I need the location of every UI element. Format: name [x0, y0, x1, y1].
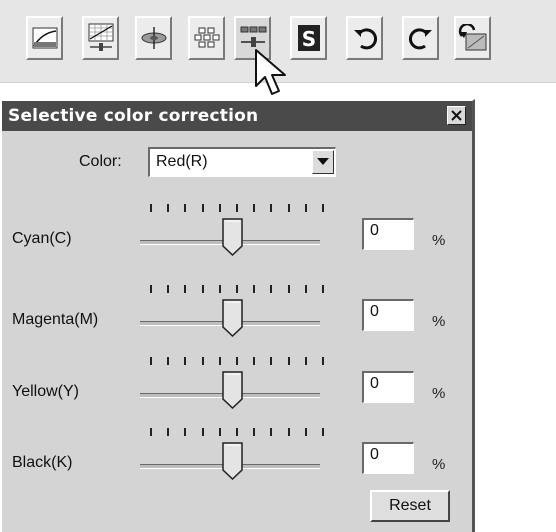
mouse-pointer-icon	[255, 49, 286, 95]
tick-mark	[184, 357, 187, 365]
dialog-title: Selective color correction	[8, 106, 259, 126]
tick-mark	[201, 285, 204, 293]
tick-mark	[150, 285, 152, 293]
histogram-button[interactable]	[82, 16, 119, 60]
tick-mark	[322, 357, 324, 365]
tick-mark	[287, 428, 290, 436]
tick-mark	[270, 204, 273, 212]
percent-unit: %	[432, 313, 446, 330]
tick-mark	[253, 285, 256, 293]
redo-icon	[408, 28, 432, 50]
tick-mark	[236, 357, 238, 365]
tick-mark	[150, 428, 152, 436]
tick-mark	[287, 285, 290, 293]
tick-mark	[253, 204, 256, 212]
redo-button[interactable]	[402, 16, 439, 60]
tick-mark	[167, 357, 170, 365]
tick-mark	[236, 285, 238, 293]
color-select-value: Red(R)	[156, 153, 208, 170]
undo-icon	[353, 28, 377, 50]
reset-image-icon	[458, 24, 486, 51]
slider-ticks	[150, 204, 325, 216]
variation-button[interactable]	[188, 16, 225, 60]
tick-mark	[150, 204, 152, 212]
tick-mark	[236, 428, 238, 436]
slider-value-field[interactable]: 0	[362, 371, 414, 403]
histogram-icon	[88, 23, 113, 51]
close-icon	[451, 110, 462, 121]
tick-mark	[270, 285, 273, 293]
reset-button[interactable]: Reset	[370, 490, 450, 522]
tick-mark	[201, 357, 204, 365]
tick-mark	[201, 204, 204, 212]
tick-mark	[322, 428, 324, 436]
toolbar: S	[0, 0, 556, 95]
percent-unit: %	[432, 456, 446, 473]
slider-row: Black(K) 0%	[2, 428, 472, 488]
slider-label: Magenta(M)	[12, 311, 99, 328]
slider-label: Black(K)	[12, 454, 73, 471]
slider-row: Cyan(C) 0%	[2, 204, 472, 264]
tick-mark	[270, 428, 273, 436]
tone-curve-icon	[32, 27, 57, 49]
tick-mark	[184, 204, 187, 212]
color-select[interactable]: Red(R)	[148, 147, 336, 177]
slider-label: Cyan(C)	[12, 230, 72, 247]
tick-mark	[167, 204, 170, 212]
tick-mark	[304, 428, 307, 436]
percent-unit: %	[432, 385, 446, 402]
slider-label: Yellow(Y)	[12, 383, 79, 400]
tick-mark	[322, 285, 324, 293]
slider-ticks	[150, 285, 325, 297]
tick-mark	[167, 428, 170, 436]
tick-mark	[236, 204, 238, 212]
slider-thumb[interactable]	[222, 218, 244, 256]
tick-mark	[184, 285, 187, 293]
slider-row: Magenta(M) 0%	[2, 285, 472, 345]
tick-mark	[287, 204, 290, 212]
slider-row: Yellow(Y) 0%	[2, 357, 472, 417]
tick-mark	[304, 357, 307, 365]
slider-thumb[interactable]	[222, 442, 244, 480]
tick-mark	[218, 285, 221, 293]
slider-thumb[interactable]	[222, 299, 244, 337]
selective-color-dialog: Selective color correction Color: Red(R)…	[0, 99, 475, 532]
percent-unit: %	[432, 232, 446, 249]
tick-mark	[304, 204, 307, 212]
tick-mark	[184, 428, 187, 436]
saturation-button[interactable]: S	[290, 16, 327, 60]
slider-ticks	[150, 428, 325, 440]
tick-mark	[270, 357, 273, 365]
tick-mark	[287, 357, 290, 365]
variation-icon	[194, 27, 219, 48]
tick-mark	[218, 357, 221, 365]
slider-ticks	[150, 357, 325, 369]
tone-curve-button[interactable]	[26, 16, 63, 60]
chevron-down-icon	[317, 158, 329, 165]
close-button[interactable]	[447, 106, 466, 125]
tick-mark	[218, 428, 221, 436]
tick-mark	[253, 428, 256, 436]
dropdown-arrow-button[interactable]	[312, 150, 334, 174]
color-wheel-icon	[141, 27, 166, 49]
tick-mark	[150, 357, 152, 365]
svg-text:S: S	[301, 27, 315, 51]
slider-value-field[interactable]: 0	[362, 218, 414, 250]
slider-thumb[interactable]	[222, 371, 244, 409]
tick-mark	[253, 357, 256, 365]
tick-mark	[167, 285, 170, 293]
tick-mark	[322, 204, 324, 212]
saturation-icon: S	[297, 25, 320, 51]
slider-value-field[interactable]: 0	[362, 442, 414, 474]
slider-value-field[interactable]: 0	[362, 299, 414, 331]
tick-mark	[201, 428, 204, 436]
reset-image-button[interactable]	[454, 16, 491, 60]
color-wheel-button[interactable]	[135, 16, 172, 60]
undo-button[interactable]	[346, 16, 383, 60]
tick-mark	[304, 285, 307, 293]
dialog-titlebar[interactable]: Selective color correction	[2, 101, 472, 131]
tick-mark	[218, 204, 221, 212]
color-label: Color:	[79, 153, 122, 170]
